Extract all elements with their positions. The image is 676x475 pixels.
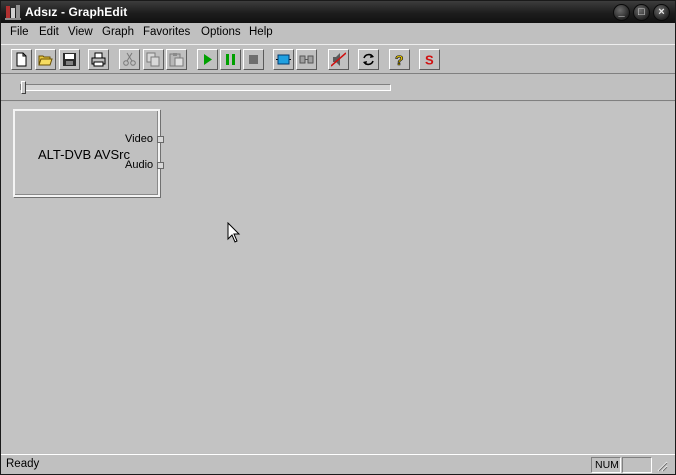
svg-text:S: S xyxy=(425,53,434,68)
status-pane-empty xyxy=(622,457,652,473)
copy-button[interactable] xyxy=(143,49,164,70)
mute-button[interactable] xyxy=(328,49,349,70)
seek-thumb[interactable] xyxy=(21,81,26,94)
pause-button[interactable] xyxy=(220,49,241,70)
save-button[interactable] xyxy=(59,49,80,70)
maximize-button[interactable]: □ xyxy=(633,4,650,21)
menu-options[interactable]: Options xyxy=(201,26,241,38)
refresh-icon xyxy=(363,53,374,66)
seek-s-button[interactable]: S xyxy=(419,49,440,70)
pin-audio-label: Audio xyxy=(125,159,154,171)
seek-s-icon: S xyxy=(425,53,434,68)
help-button[interactable]: ? xyxy=(389,49,410,70)
connect-icon xyxy=(299,55,314,64)
status-bar: Ready NUM xyxy=(1,454,675,474)
play-icon xyxy=(204,54,212,65)
title-bar[interactable]: Adsız - GraphEdit _ □ × xyxy=(1,1,675,23)
minimize-button[interactable]: _ xyxy=(613,4,630,21)
insert-filter-icon xyxy=(276,54,291,65)
save-icon xyxy=(63,53,76,66)
num-lock-indicator: NUM xyxy=(591,457,621,473)
new-file-icon xyxy=(16,52,27,67)
new-button[interactable] xyxy=(11,49,32,70)
graphedit-app-icon[interactable] xyxy=(5,4,21,20)
menu-view[interactable]: View xyxy=(68,26,93,38)
refresh-button[interactable] xyxy=(358,49,379,70)
stop-icon xyxy=(249,55,258,64)
status-text: Ready xyxy=(6,458,40,470)
menu-favorites[interactable]: Favorites xyxy=(143,26,190,38)
menu-file[interactable]: File xyxy=(10,26,29,38)
menu-bar: File Edit View Graph Favorites Options H… xyxy=(1,23,675,43)
pin-audio[interactable] xyxy=(157,162,164,169)
open-button[interactable] xyxy=(35,49,56,70)
filter-box-alt-dvb-avsrc[interactable]: ALT-DVB AVSrc Video Audio xyxy=(13,109,164,197)
seek-track[interactable] xyxy=(20,84,391,91)
paste-button[interactable] xyxy=(166,49,187,70)
copy-icon xyxy=(146,52,160,67)
cut-button[interactable] xyxy=(119,49,140,70)
window-title: Adsız - GraphEdit xyxy=(25,5,128,19)
help-icon: ? xyxy=(395,52,404,67)
svg-text:?: ? xyxy=(395,52,404,67)
menu-help[interactable]: Help xyxy=(249,26,273,38)
graph-canvas[interactable]: ALT-DVB AVSrc Video Audio xyxy=(1,102,675,453)
toolbar: ? S xyxy=(1,44,675,74)
mouse-cursor-icon xyxy=(227,222,241,243)
pin-video-label: Video xyxy=(125,133,153,145)
paste-icon xyxy=(169,53,184,67)
connect-button[interactable] xyxy=(296,49,317,70)
print-button[interactable] xyxy=(88,49,109,70)
print-icon xyxy=(91,52,106,67)
resize-grip-icon[interactable] xyxy=(656,460,668,472)
graphedit-window: Adsız - GraphEdit _ □ × File Edit View G… xyxy=(0,0,676,475)
pause-icon xyxy=(226,54,235,65)
mute-icon xyxy=(331,52,346,67)
pin-video[interactable] xyxy=(157,136,164,143)
cut-icon xyxy=(123,52,136,66)
close-button[interactable]: × xyxy=(653,4,670,21)
stop-button[interactable] xyxy=(243,49,264,70)
insert-filter-button[interactable] xyxy=(273,49,294,70)
menu-graph[interactable]: Graph xyxy=(102,26,134,38)
menu-edit[interactable]: Edit xyxy=(39,26,59,38)
filter-name: ALT-DVB AVSrc xyxy=(38,147,130,162)
open-folder-icon xyxy=(38,55,53,66)
seek-bar xyxy=(1,75,675,101)
play-button[interactable] xyxy=(197,49,218,70)
